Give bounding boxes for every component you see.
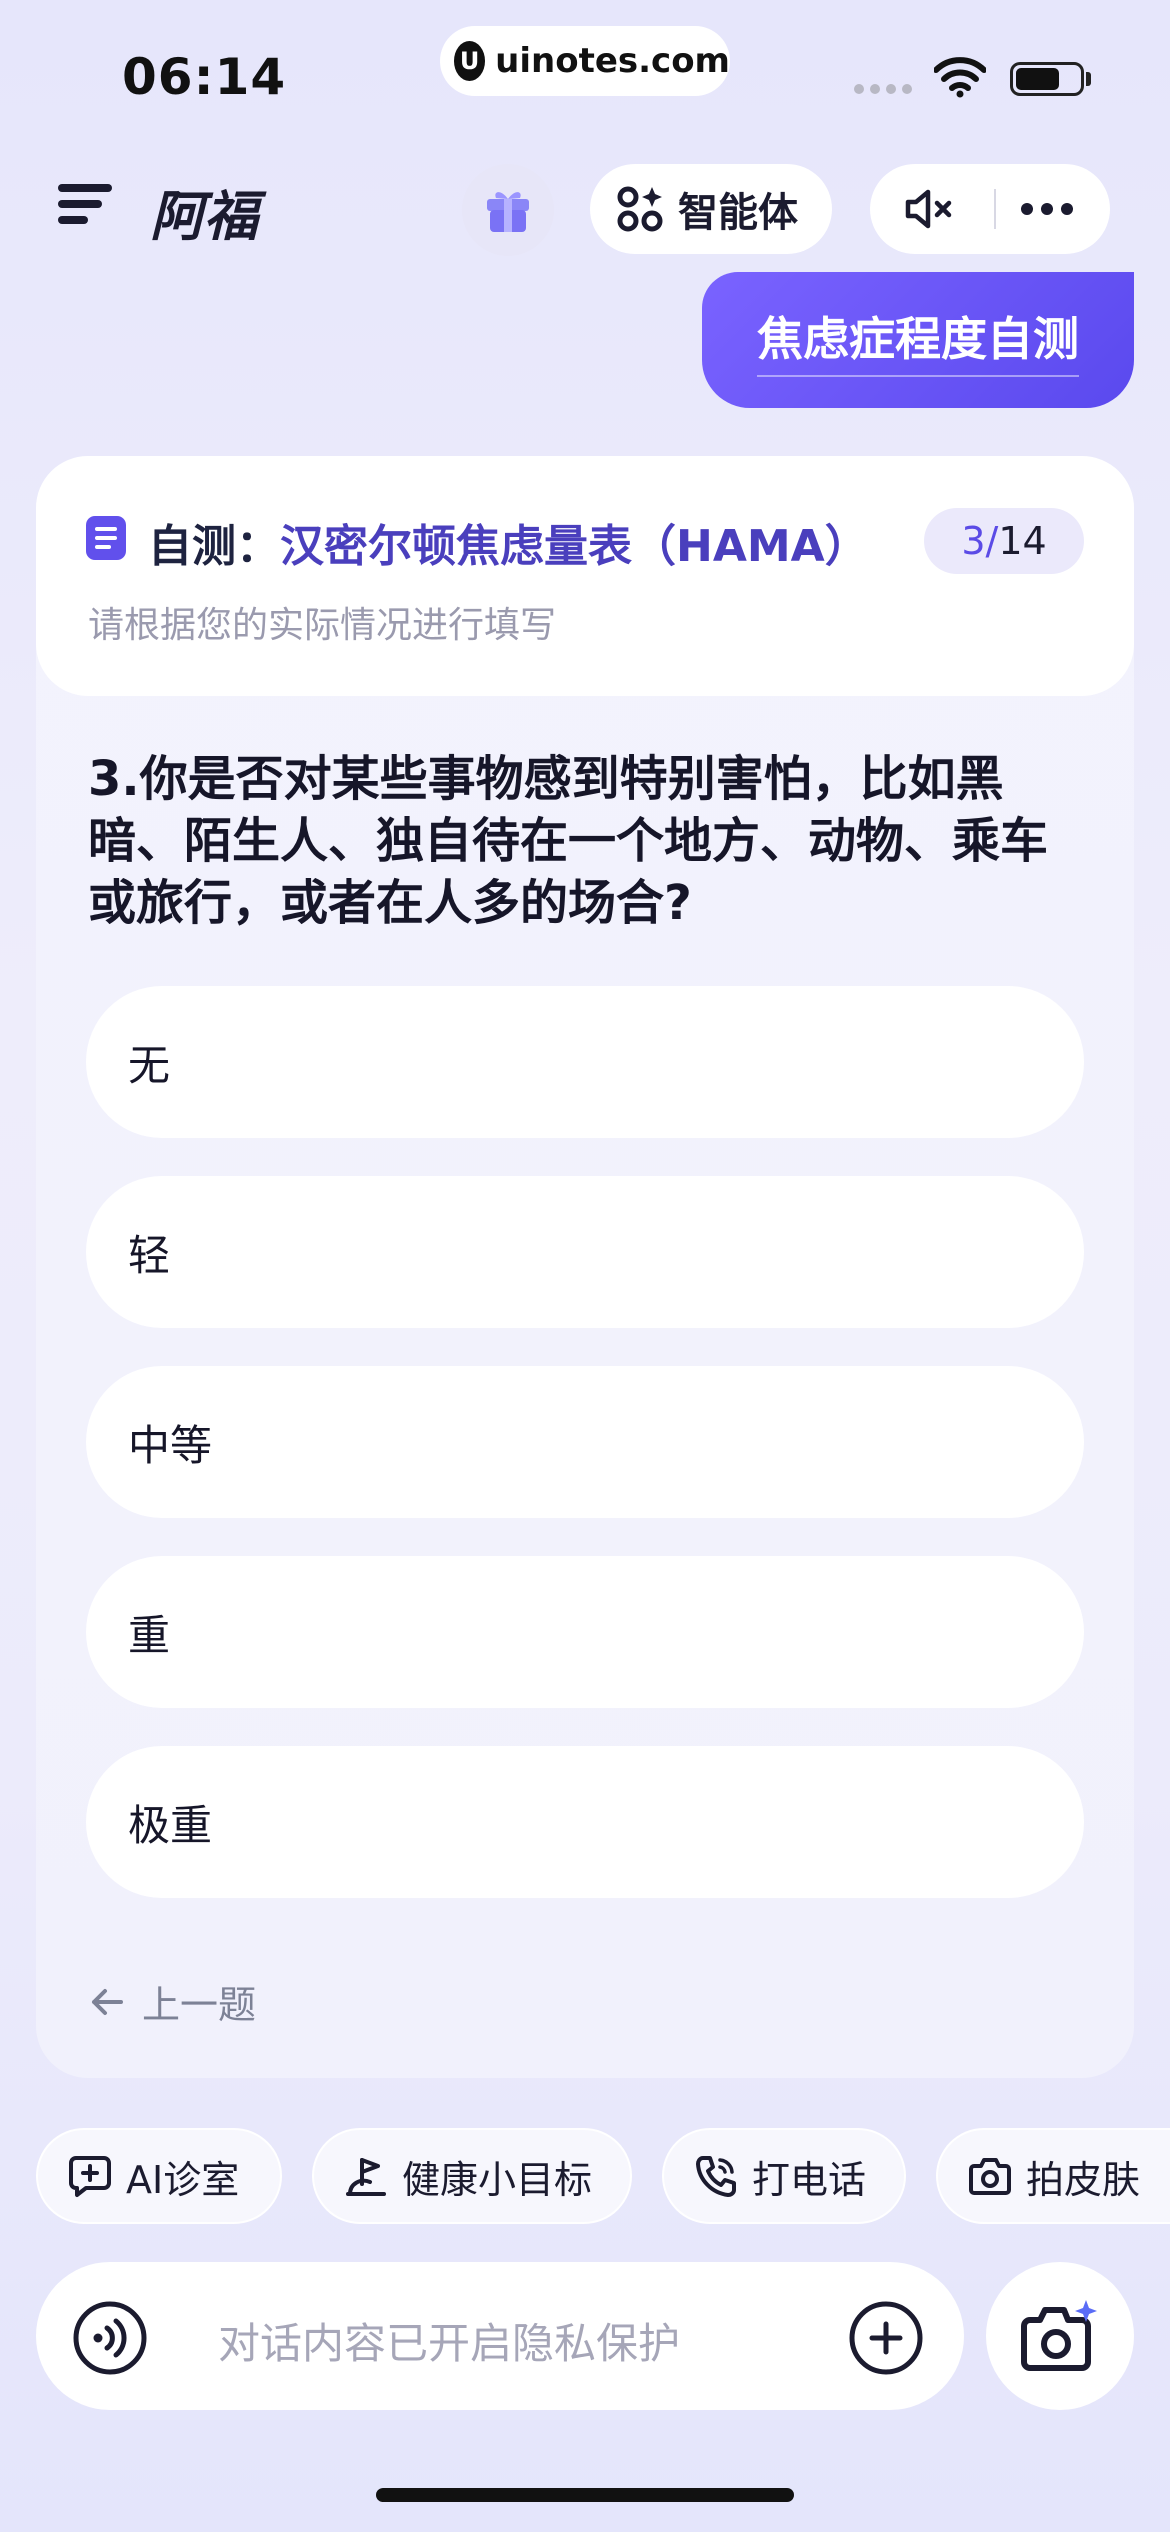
phone-icon [696, 2156, 736, 2197]
agent-label: 智能体 [678, 190, 798, 236]
agent-icon [617, 186, 663, 232]
camera-button[interactable] [986, 2262, 1134, 2410]
previous-question-label: 上一题 [142, 1983, 257, 2027]
quick-action-call[interactable]: 打电话 [662, 2128, 906, 2224]
option-severe[interactable]: 重 [86, 1556, 1084, 1708]
survey-title-main: 汉密尔顿焦虑量表（HAMA） [280, 521, 869, 572]
battery-icon [1010, 62, 1084, 96]
progress-badge: 3/14 [924, 508, 1084, 574]
battery-tip [1086, 72, 1091, 86]
tools-divider [994, 189, 996, 229]
option-none[interactable]: 无 [86, 986, 1084, 1138]
more-icon[interactable] [1020, 202, 1074, 216]
gift-icon [487, 192, 529, 232]
agent-button[interactable]: 智能体 [590, 164, 832, 254]
app-title: 阿福 [150, 185, 258, 248]
wifi-icon [934, 57, 986, 98]
quick-action-label: AI诊室 [126, 2157, 240, 2202]
doc-icon [86, 516, 126, 560]
status-time: 06:14 [122, 48, 287, 106]
previous-question-link[interactable]: 上一题 [90, 1974, 256, 2029]
gift-button[interactable] [462, 164, 554, 256]
user-message-bubble[interactable]: 焦虑症程度自测 [702, 272, 1134, 408]
mute-icon[interactable] [904, 187, 956, 231]
option-mild[interactable]: 轻 [86, 1176, 1084, 1328]
quick-action-health-goal[interactable]: 健康小目标 [312, 2128, 632, 2224]
target-icon [346, 2158, 386, 2196]
quick-action-label: 健康小目标 [402, 2157, 593, 2202]
survey-card-header [36, 456, 1134, 696]
chat-icon [69, 2156, 111, 2197]
url-logo-icon: U [454, 41, 486, 81]
survey-title-prefix: 自测： [148, 521, 280, 572]
progress-separator: / [985, 519, 999, 563]
progress-total: 14 [998, 519, 1047, 563]
plus-icon[interactable] [848, 2300, 924, 2376]
menu-icon[interactable] [58, 180, 112, 228]
camera-icon [969, 2158, 1011, 2195]
voice-icon[interactable] [72, 2300, 148, 2376]
tools-pill [870, 164, 1110, 254]
cellular-signal-icon [854, 84, 912, 94]
quick-action-skin-photo[interactable]: 拍皮肤 [936, 2128, 1170, 2224]
progress-current: 3 [961, 519, 986, 563]
url-text: uinotes.com [495, 41, 730, 81]
option-moderate[interactable]: 中等 [86, 1366, 1084, 1518]
question-text: 3.你是否对某些事物感到特别害怕，比如黑暗、陌生人、独自待在一个地方、动物、乘车… [88, 751, 1049, 931]
quick-action-label: 拍皮肤 [1026, 2157, 1141, 2202]
user-message-text: 焦虑症程度自测 [757, 303, 1079, 377]
home-indicator[interactable] [376, 2488, 794, 2502]
arrow-left-icon [92, 1988, 123, 2015]
survey-subtitle: 请根据您的实际情况进行填写 [88, 605, 557, 646]
message-input-placeholder[interactable]: 对话内容已开启隐私保护 [218, 2310, 680, 2371]
survey-title: 自测：汉密尔顿焦虑量表（HAMA） [148, 510, 869, 574]
url-pill[interactable]: U uinotes.com [440, 26, 730, 96]
quick-action-label: 打电话 [752, 2157, 867, 2202]
option-extreme[interactable]: 极重 [86, 1746, 1084, 1898]
camera-sparkle-icon [1021, 2300, 1097, 2371]
quick-action-ai-clinic[interactable]: AI诊室 [36, 2128, 282, 2224]
